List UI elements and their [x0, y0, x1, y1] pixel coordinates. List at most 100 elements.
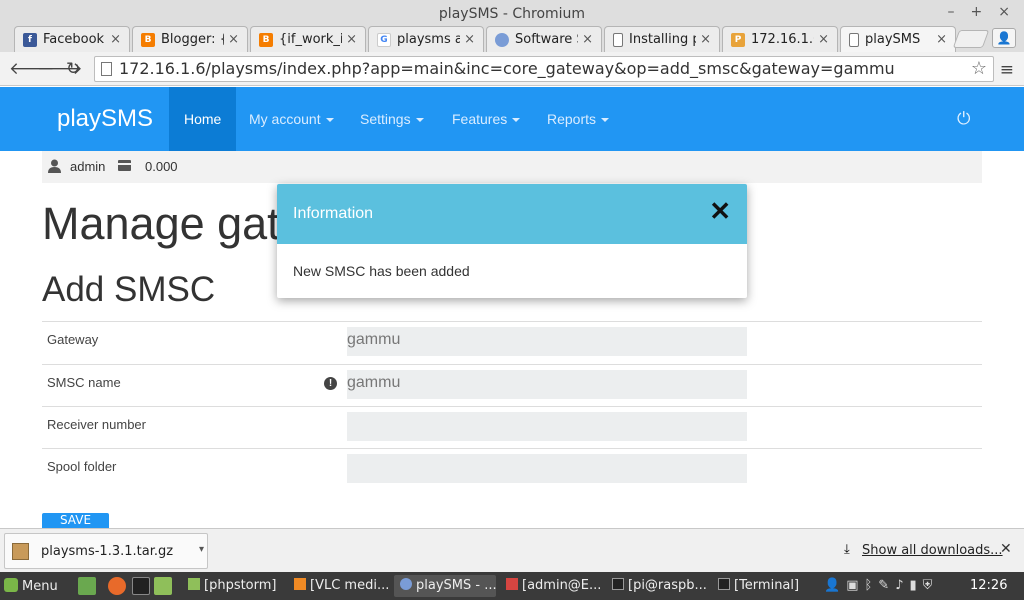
show-all-downloads-link[interactable]: Show all downloads...	[862, 543, 1003, 558]
tab-software[interactable]: Software Sh×	[486, 26, 602, 52]
maximize-icon[interactable]: +	[971, 4, 983, 20]
credit-card-icon	[118, 160, 131, 171]
form-row-gateway: Gateway gammu	[42, 321, 982, 363]
folder-icon[interactable]	[154, 577, 172, 595]
page-icon	[613, 32, 623, 47]
username: admin	[70, 159, 106, 174]
network-icon[interactable]: ✎	[878, 578, 895, 593]
field-label: Spool folder	[47, 459, 117, 474]
close-icon[interactable]: ✕	[709, 196, 731, 227]
form-row-spool: Spool folder	[42, 448, 982, 490]
spool-folder-field[interactable]	[347, 454, 747, 483]
tab-blogger[interactable]: B Blogger: {if_×	[132, 26, 248, 52]
url-text: 172.16.1.6/playsms/index.php?app=main&in…	[119, 59, 895, 78]
vlc-icon	[294, 578, 306, 590]
battery-icon[interactable]: ▮	[910, 578, 923, 593]
terminal-icon	[718, 578, 730, 590]
app-icon	[506, 578, 518, 590]
minimize-icon[interactable]: –	[948, 4, 955, 20]
brand-logo[interactable]: playSMS	[57, 105, 153, 133]
tab-installing[interactable]: Installing pl×	[604, 26, 720, 52]
tab-blogger-2[interactable]: B {if_work_is_×	[250, 26, 366, 52]
shield-icon[interactable]: ⛨	[923, 578, 939, 593]
download-item[interactable]: playsms-1.3.1.tar.gz ▾	[4, 533, 208, 569]
profile-icon[interactable]: 👤	[992, 28, 1016, 48]
terminal-icon[interactable]	[132, 577, 150, 595]
bluetooth-icon[interactable]: ᛒ	[864, 578, 878, 593]
field-label: SMSC name	[47, 375, 121, 390]
close-icon[interactable]: ×	[998, 4, 1010, 20]
taskbar: Menu [phpstorm] [VLC medi... playSMS - .…	[0, 572, 1024, 600]
tab-facebook[interactable]: f Facebook ×	[14, 26, 130, 52]
download-icon: ⤓	[844, 542, 850, 557]
page-icon	[849, 32, 859, 47]
window-title: playSMS - Chromium	[438, 6, 586, 22]
desktop-icon[interactable]	[78, 577, 96, 595]
bookmark-star-icon[interactable]: ☆	[971, 57, 987, 81]
tab-close-icon[interactable]: ×	[700, 32, 711, 47]
blogger-icon: B	[259, 32, 273, 47]
chromium-icon	[495, 32, 509, 47]
update-icon[interactable]: ▣	[846, 578, 864, 593]
new-tab-button[interactable]	[952, 30, 990, 48]
blogger-icon: B	[141, 32, 155, 47]
tab-close-icon[interactable]: ×	[818, 32, 829, 47]
archive-icon	[12, 543, 29, 560]
tab-close-icon[interactable]: ×	[346, 32, 357, 47]
close-icon[interactable]: ✕	[1000, 541, 1012, 557]
section-title: Add SMSC	[42, 270, 216, 309]
firefox-icon[interactable]	[108, 577, 126, 595]
nav-my-account[interactable]: My account	[249, 87, 334, 151]
page-icon	[101, 62, 112, 76]
tab-close-icon[interactable]: ×	[228, 32, 239, 47]
tab-close-icon[interactable]: ×	[464, 32, 475, 47]
reload-icon[interactable]: ↻	[66, 59, 80, 79]
modal-title: Information	[293, 205, 374, 222]
field-label: Gateway	[47, 332, 99, 347]
gateway-field[interactable]: gammu	[347, 327, 747, 356]
folder-icon	[188, 578, 200, 590]
tab-playsms[interactable]: playSMS ×	[840, 26, 956, 52]
app-navbar: playSMS Home My account Settings Feature…	[0, 87, 1024, 151]
modal-message: New SMSC has been added	[293, 263, 470, 279]
power-icon[interactable]: ⏻	[957, 109, 970, 129]
user-bar: admin 0.000	[42, 151, 982, 183]
taskbar-item-terminal[interactable]: [Terminal]	[712, 575, 814, 597]
nav-settings[interactable]: Settings	[360, 87, 424, 151]
exclamation-icon: !	[324, 377, 337, 390]
nav-home[interactable]: Home	[169, 87, 237, 151]
nav-features[interactable]: Features	[452, 87, 521, 151]
form-row-receiver: Receiver number	[42, 406, 982, 448]
taskbar-item-pi[interactable]: [pi@raspb...	[606, 575, 708, 597]
google-icon: G	[377, 32, 391, 47]
caret-down-icon	[512, 118, 521, 123]
smsc-name-field[interactable]: gammu	[347, 370, 747, 399]
taskbar-item-phpstorm[interactable]: [phpstorm]	[182, 575, 284, 597]
information-modal: Information ✕ New SMSC has been added	[277, 184, 747, 298]
field-label: Receiver number	[47, 417, 146, 432]
taskbar-item-vlc[interactable]: [VLC medi...	[288, 575, 390, 597]
chevron-down-icon[interactable]: ▾	[199, 544, 204, 555]
caret-down-icon	[325, 118, 334, 123]
tab-phpmyadmin[interactable]: P 172.16.1.6 /×	[722, 26, 838, 52]
download-filename: playsms-1.3.1.tar.gz	[41, 544, 174, 559]
taskbar-item-playsms[interactable]: playSMS - ...	[394, 575, 496, 597]
browser-toolbar: 🡐 🡒 ↻ 172.16.1.6/playsms/index.php?app=m…	[0, 52, 1024, 86]
tab-close-icon[interactable]: ×	[582, 32, 593, 47]
taskbar-item-admin[interactable]: [admin@E...	[500, 575, 602, 597]
tab-close-icon[interactable]: ×	[936, 32, 947, 47]
browser-menu-icon[interactable]: ≡	[1000, 60, 1014, 80]
user-icon	[48, 159, 61, 173]
caret-down-icon	[601, 118, 610, 123]
clock: 12:26	[970, 578, 1008, 593]
receiver-number-field[interactable]	[347, 412, 747, 441]
nav-reports[interactable]: Reports	[547, 87, 610, 151]
facebook-icon: f	[23, 32, 37, 47]
address-bar[interactable]: 172.16.1.6/playsms/index.php?app=main&in…	[94, 56, 994, 82]
user-icon[interactable]: 👤	[824, 578, 846, 593]
start-menu-button[interactable]: Menu	[4, 578, 58, 594]
modal-header: Information ✕	[277, 184, 747, 244]
volume-icon[interactable]: ♪	[895, 578, 909, 593]
tab-google[interactable]: G playsms an×	[368, 26, 484, 52]
tab-close-icon[interactable]: ×	[110, 32, 121, 47]
